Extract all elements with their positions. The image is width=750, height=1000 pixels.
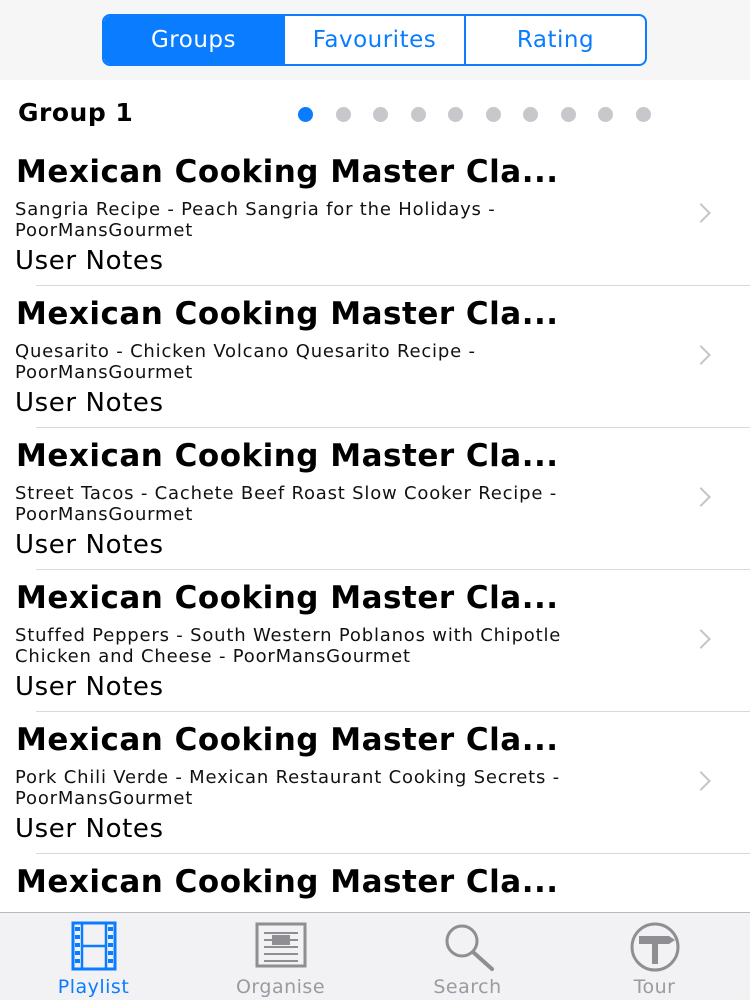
segment-favourites[interactable]: Favourites <box>283 16 464 64</box>
page-dot[interactable] <box>335 107 351 122</box>
page-dot[interactable] <box>523 107 538 122</box>
tab-label: Organise <box>235 976 326 998</box>
film-strip-icon <box>71 921 116 971</box>
tab-label: Playlist <box>57 976 130 998</box>
list-item[interactable]: Mexican Cooking Master Cla... Stuffed Pe… <box>0 570 750 712</box>
item-subtitle: Pork Chili Verde - Mexican Restaurant Co… <box>15 767 560 809</box>
chevron-right-icon <box>691 771 711 791</box>
item-subtitle: Street Tacos - Cachete Beef Roast Slow C… <box>15 483 558 525</box>
page-dot[interactable] <box>373 107 388 122</box>
tab-search[interactable]: Search <box>374 913 561 1000</box>
item-notes: User Notes <box>15 388 164 418</box>
item-title: Mexican Cooking Master Cla... <box>16 154 559 190</box>
signpost-icon <box>630 922 679 972</box>
list-item[interactable]: Mexican Cooking Master Cla... Pork Chili… <box>0 712 750 854</box>
item-notes: User Notes <box>15 246 164 276</box>
group-title: Group 1 <box>18 98 134 127</box>
item-title: Mexican Cooking Master Cla... <box>16 864 559 900</box>
item-subtitle: Stuffed Peppers - South Western Poblanos… <box>15 625 562 667</box>
list-item[interactable]: Mexican Cooking Master Cla... <box>0 854 750 912</box>
segment-rating[interactable]: Rating <box>464 16 645 64</box>
item-title: Mexican Cooking Master Cla... <box>16 296 559 332</box>
item-subtitle: Quesarito - Chicken Volcano Quesarito Re… <box>15 341 476 383</box>
item-title: Mexican Cooking Master Cla... <box>16 722 559 758</box>
page-dot[interactable] <box>485 107 501 122</box>
item-title: Mexican Cooking Master Cla... <box>16 438 559 474</box>
chevron-right-icon <box>691 629 711 649</box>
chevron-right-icon <box>691 487 711 507</box>
tab-playlist[interactable]: Playlist <box>0 913 187 1000</box>
item-notes: User Notes <box>15 530 164 560</box>
magnifier-icon <box>445 924 494 971</box>
page-dot[interactable] <box>448 107 463 122</box>
playlist-list[interactable]: Mexican Cooking Master Cla... Sangria Re… <box>0 144 750 912</box>
page-dot[interactable] <box>410 107 426 122</box>
list-item[interactable]: Mexican Cooking Master Cla... Quesarito … <box>0 286 750 428</box>
item-notes: User Notes <box>15 672 164 702</box>
item-notes: User Notes <box>15 814 164 844</box>
tab-label: Tour <box>633 976 676 998</box>
tab-tour[interactable]: Tour <box>561 913 748 1000</box>
page-dot[interactable] <box>560 107 576 122</box>
document-list-icon <box>255 922 306 968</box>
page-dot[interactable] <box>598 107 613 122</box>
segment-groups[interactable]: Groups <box>104 16 283 64</box>
top-bar: Groups Favourites Rating <box>0 0 750 80</box>
item-subtitle: Sangria Recipe - Peach Sangria for the H… <box>15 199 496 241</box>
page-dot[interactable] <box>635 107 651 122</box>
tab-bar: Playlist Organise Search Tour <box>0 912 750 1000</box>
page-dot[interactable] <box>298 107 313 122</box>
tab-label: Search <box>433 976 502 998</box>
item-title: Mexican Cooking Master Cla... <box>16 580 559 616</box>
list-item[interactable]: Mexican Cooking Master Cla... Street Tac… <box>0 428 750 570</box>
chevron-right-icon <box>691 345 711 365</box>
segmented-control: Groups Favourites Rating <box>102 14 647 66</box>
list-item[interactable]: Mexican Cooking Master Cla... Sangria Re… <box>0 144 750 286</box>
tab-organise[interactable]: Organise <box>187 913 374 1000</box>
chevron-right-icon <box>691 203 711 223</box>
